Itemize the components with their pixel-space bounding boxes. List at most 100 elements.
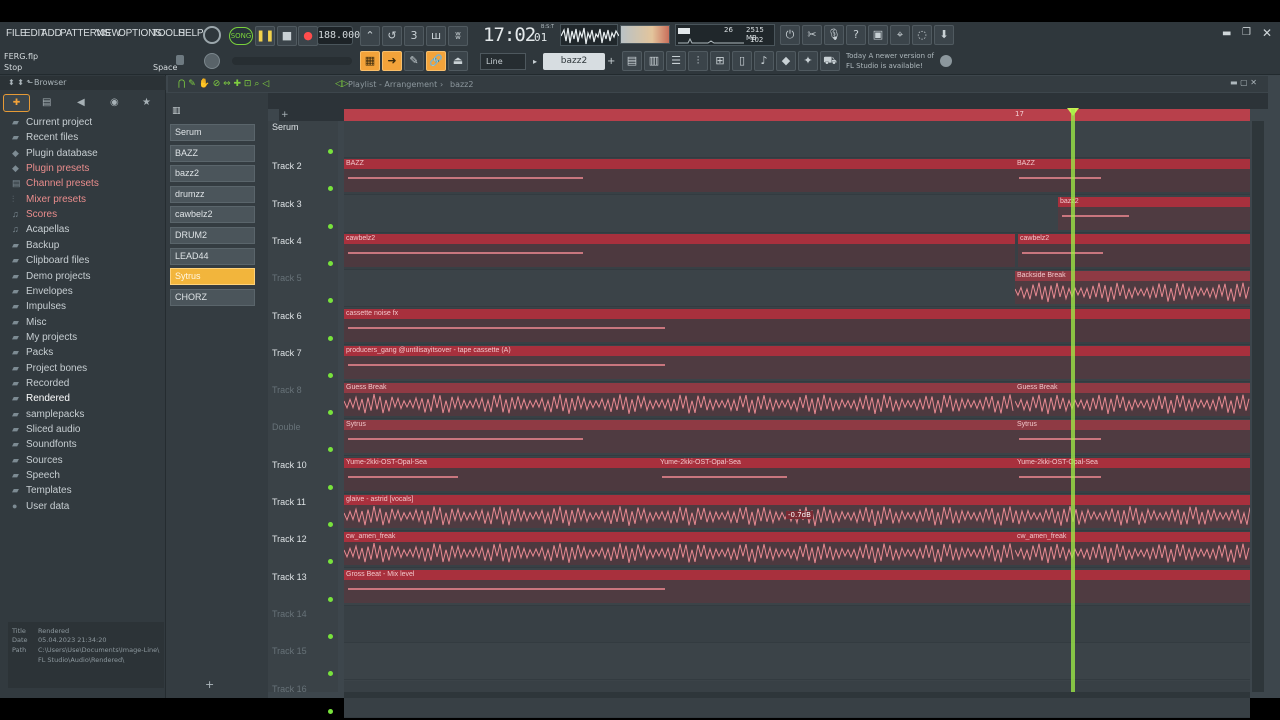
browser-item[interactable]: ▰ Rendered (12, 393, 70, 404)
track-name[interactable]: Track 10 (272, 460, 307, 470)
track-name[interactable]: Track 7 (272, 348, 302, 358)
browser-item[interactable]: ▰ Project bones (12, 363, 87, 374)
stamp-icon[interactable]: ⏏ (448, 51, 468, 71)
playlist-clip[interactable]: Gross Beat - Mix level (344, 569, 1250, 603)
song-mode-toggle[interactable]: SONG (229, 27, 253, 45)
playlist-window-controls[interactable]: ▬ ▢ ✕ (1230, 78, 1257, 87)
pitch-knob[interactable] (204, 53, 220, 69)
playlist-clip[interactable]: cawbelz2 (1018, 233, 1250, 267)
playlist-clip[interactable]: BAZZ (1015, 159, 1250, 193)
browser-item[interactable]: ▰ Sources (12, 455, 63, 466)
playlist-clip[interactable]: Yume-2kki-OST-Opal-Sea (344, 457, 658, 491)
browser-item[interactable]: ▰ Clipboard files (12, 255, 89, 266)
track-lane[interactable] (344, 121, 1250, 158)
browser-all-tab[interactable]: ✚ (3, 94, 30, 112)
browser-item[interactable]: ◆ Plugin presets (12, 163, 89, 174)
playlist-clip[interactable]: Sytrus (344, 420, 1015, 454)
track-name[interactable]: Double (272, 422, 301, 432)
browser-item[interactable]: ▰ Sliced audio (12, 424, 80, 435)
record-button[interactable]: ● (298, 26, 318, 46)
master-volume-knob[interactable] (203, 26, 221, 44)
playlist-horizontal-scrollbar[interactable] (344, 692, 1250, 698)
browser-item[interactable]: ⫶ Mixer presets (12, 194, 86, 205)
playlist-clip[interactable]: producers_gang @untilisayitsover - tape … (344, 345, 1250, 379)
pattern-item[interactable]: bazz2 (170, 165, 255, 183)
playlist-grid[interactable]: BAZZ BAZZ bazz2 cawbelz2 cawbelz2 Backside Br… (343, 121, 1251, 718)
playlist-clip[interactable]: cw_amen_freak (1014, 532, 1250, 566)
playlist-clip[interactable]: Guess Break (1014, 383, 1250, 417)
browser-item[interactable]: ▰ Impulses (12, 301, 66, 312)
track-mute-led[interactable] (328, 223, 333, 229)
blend-notes-icon[interactable]: ʬ (448, 26, 468, 46)
pattern-item[interactable]: LEAD44 (170, 247, 255, 265)
browser-item[interactable]: ▰ My projects (12, 332, 77, 343)
close-window-icon[interactable]: ✕ (1262, 26, 1272, 40)
microphone-icon[interactable]: 🎙 (824, 25, 844, 45)
pattern-item[interactable]: BAZZ (170, 144, 255, 162)
browser-favorites-tab-icon[interactable]: ★ (142, 97, 151, 108)
track-mute-led[interactable] (328, 522, 333, 527)
menu-add[interactable]: ADD (41, 28, 62, 39)
browser-item[interactable]: ▰ Envelopes (12, 286, 73, 297)
track-name[interactable]: Track 12 (272, 534, 307, 544)
track-lane[interactable] (344, 605, 1250, 643)
browser-nav-icon[interactable]: ⬍ ⬍ ⬑ (8, 78, 33, 87)
pattern-item[interactable]: cawbelz2 (170, 206, 255, 224)
pitch-slider[interactable] (232, 57, 352, 65)
menu-help[interactable]: HELP (178, 28, 204, 39)
track-name[interactable]: Track 13 (272, 572, 307, 582)
browser-item[interactable]: ▰ Packs (12, 347, 53, 358)
plugin-picker-icon[interactable]: ⌖ (890, 25, 910, 45)
browser-item[interactable]: ▰ Misc (12, 317, 47, 328)
browser-plugin-tab-icon[interactable]: ◉ (110, 97, 119, 108)
power-icon[interactable]: ⏻ (780, 25, 800, 45)
wait-input-icon[interactable]: ↺ (382, 26, 402, 46)
track-mute-led[interactable] (328, 260, 333, 266)
track-name[interactable]: Track 3 (272, 199, 302, 209)
browser-item[interactable]: ▤ Channel presets (12, 178, 99, 189)
browser-item[interactable]: ▰ Speech (12, 470, 60, 481)
pattern-mode-icon[interactable]: ▦ (360, 51, 380, 71)
track-mute-led[interactable] (328, 372, 333, 378)
track-name[interactable]: Track 6 (272, 311, 302, 321)
globe-icon[interactable] (940, 55, 952, 67)
track-name[interactable]: Track 5 (272, 273, 302, 283)
track-mute-led[interactable] (328, 335, 333, 341)
snap-select[interactable]: Line (480, 53, 526, 70)
link-icon[interactable]: 🔗 (426, 51, 446, 71)
track-name[interactable]: Serum (272, 122, 299, 132)
piano-icon[interactable]: ▥ (172, 106, 181, 116)
play-button[interactable]: ❚❚ (255, 26, 275, 46)
channel-rack-icon[interactable]: ☰ (666, 51, 686, 71)
plugin-wrapper-icon[interactable]: ◆ (776, 51, 796, 71)
browser-item[interactable]: ◆ Plugin database (12, 148, 98, 159)
browser-project-tab-icon[interactable]: ▤ (42, 97, 51, 108)
tempo-tapper-icon[interactable]: ✦ (798, 51, 818, 71)
playlist-clip[interactable]: Guess Break (343, 383, 1015, 417)
cut-tool-icon[interactable]: ✂ (802, 25, 822, 45)
metronome-icon[interactable]: ⌃ (360, 26, 380, 46)
playlist-clip[interactable]: Yume-2kki-OST-Opal-Sea (1015, 457, 1250, 491)
minimize-icon[interactable]: ▬ (1222, 28, 1231, 39)
browser-item[interactable]: ▰ Recorded (12, 378, 69, 389)
browser-item[interactable]: ▰ Templates (12, 485, 72, 496)
add-pattern-icon[interactable]: + (607, 53, 617, 70)
playlist-icon[interactable]: ▤ (622, 51, 642, 71)
countdown-icon[interactable]: 3 (404, 26, 424, 46)
playlist-clip[interactable]: cawbelz2 (344, 233, 1015, 267)
piano-roll-icon[interactable]: ▥ (644, 51, 664, 71)
browser-item[interactable]: ♫ Acapellas (12, 224, 69, 235)
browser-item[interactable]: ▰ Backup (12, 240, 59, 251)
playlist-tools-icon[interactable]: ⋂ ✎ ✋ ⊘ ⇔ ✚ ⊡ ⌕ ◁ (178, 79, 269, 89)
add-pattern-plus-icon[interactable]: + (205, 678, 214, 691)
track-name[interactable]: Track 15 (272, 646, 307, 656)
track-name[interactable]: Track 14 (272, 609, 307, 619)
browser-item[interactable]: ▰ Demo projects (12, 271, 90, 282)
pencil-tool-icon[interactable]: ✎ (404, 51, 424, 71)
shop-icon[interactable]: ⛟ (820, 51, 840, 71)
track-name[interactable]: Track 16 (272, 684, 307, 694)
pattern-item[interactable]: Sytrus (170, 268, 255, 286)
save-icon[interactable]: ▣ (868, 25, 888, 45)
playlist-clip[interactable]: Sytrus (1015, 420, 1250, 454)
help-icon[interactable]: ? (846, 25, 866, 45)
